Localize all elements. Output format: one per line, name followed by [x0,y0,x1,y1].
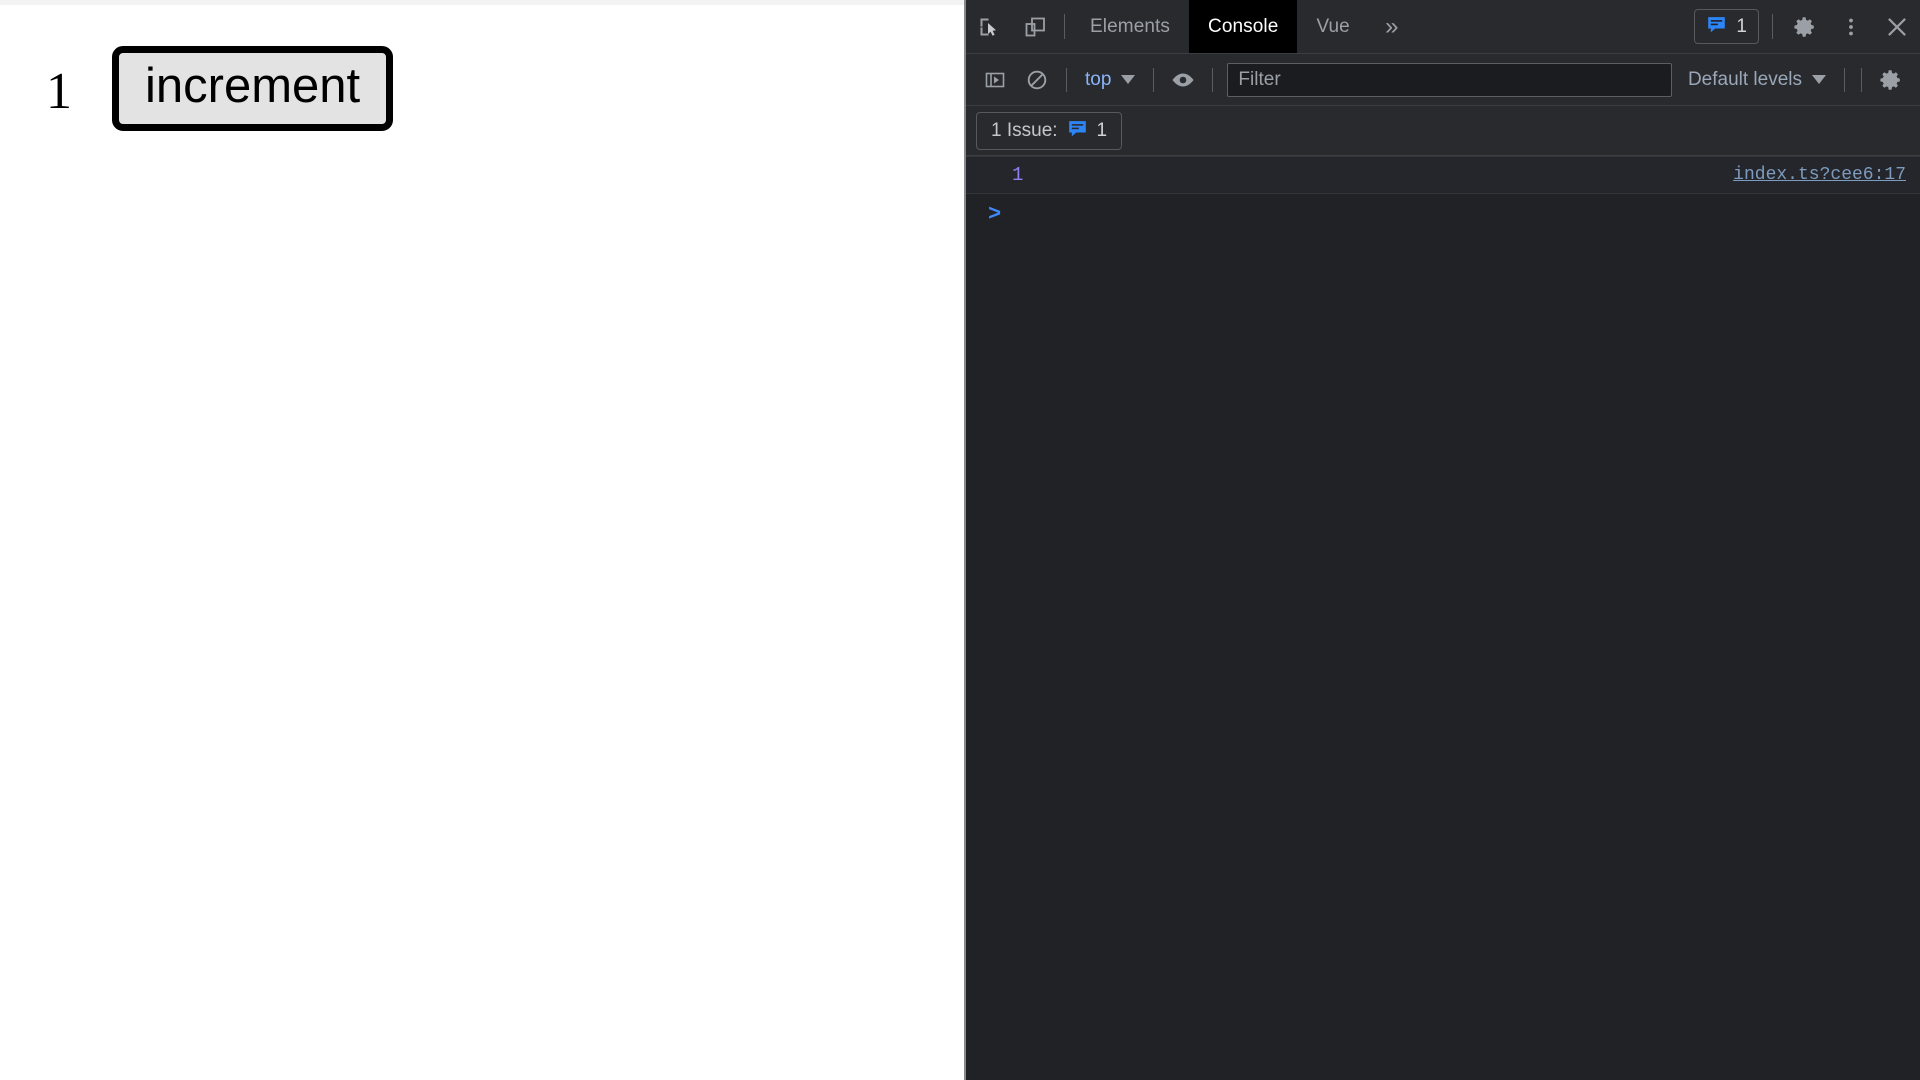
console-message-row[interactable]: 1 index.ts?cee6:17 [966,156,1920,194]
kebab-menu-icon[interactable] [1828,0,1874,53]
issues-badge-count: 1 [1736,15,1747,37]
prompt-chevron-icon: > [988,201,1002,227]
log-levels-label: Default levels [1687,68,1802,90]
issues-summary-count: 1 [1096,119,1108,141]
tab-elements[interactable]: Elements [1071,0,1189,53]
chevron-down-icon [1812,75,1826,84]
console-settings-gear-icon[interactable] [1870,60,1912,100]
clear-console-icon[interactable] [1016,60,1058,100]
device-toolbar-icon[interactable] [1012,0,1058,53]
log-levels-select[interactable]: Default levels [1678,69,1836,91]
inspect-element-icon[interactable] [966,0,1012,53]
toolbar-divider-4 [1844,67,1845,92]
more-tabs-icon[interactable]: » [1369,0,1415,53]
console-prompt[interactable]: > [966,194,1920,234]
tab-vue[interactable]: Vue [1297,0,1368,53]
issues-bar: 1 Issue: 1 [966,106,1920,156]
filter-input[interactable] [1227,62,1672,97]
gear-icon[interactable] [1782,0,1828,53]
message-bubble-icon [1067,118,1088,144]
tabbar-right-divider [1772,14,1773,39]
tabbar-spacer [1415,0,1691,53]
counter-value: 1 [46,62,72,120]
issues-summary-label: 1 Issue: [991,119,1058,141]
issues-summary-button[interactable]: 1 Issue: 1 [976,111,1123,150]
counter-demo: 1 increment [46,46,394,132]
console-toolbar: top Default levels [966,54,1920,106]
screen: 1 increment Elements Console Vue » 1 top… [0,0,1920,1080]
close-icon[interactable] [1874,0,1920,53]
issues-badge-button[interactable]: 1 [1694,9,1759,44]
execution-context-select[interactable]: top [1075,69,1145,91]
console-messages-area[interactable]: 1 index.ts?cee6:17 > [966,156,1920,1080]
tabbar-divider [1064,14,1065,39]
increment-button[interactable]: increment [112,46,394,132]
browser-chrome-strip [0,0,964,5]
chevron-down-icon [1121,75,1136,84]
web-page-viewport: 1 increment [0,0,964,1080]
console-message-value: 1 [1012,164,1024,186]
live-expression-eye-icon[interactable] [1162,60,1204,100]
devtools-tabbar: Elements Console Vue » 1 [966,0,1920,54]
toolbar-divider-1 [1066,67,1067,92]
toolbar-divider-3 [1212,67,1214,92]
console-message-source-link[interactable]: index.ts?cee6:17 [1733,165,1906,185]
tab-console[interactable]: Console [1189,0,1298,53]
toolbar-divider-2 [1153,67,1155,92]
devtools-panel: Elements Console Vue » 1 top Filter Defa… [964,0,1920,1080]
console-sidebar-icon[interactable] [974,60,1016,100]
toolbar-divider-5 [1861,67,1862,92]
execution-context-label: top [1085,68,1112,90]
message-bubble-icon [1706,14,1727,40]
